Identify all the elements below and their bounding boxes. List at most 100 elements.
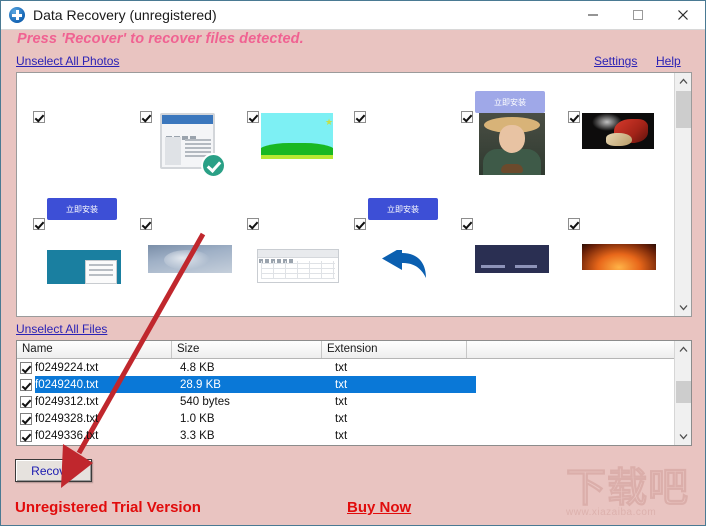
cell-size: 540 bytes: [180, 395, 230, 408]
browser-verified-thumbnail[interactable]: [140, 113, 247, 240]
table-row[interactable]: f0249312.txt 540 bytes txt: [17, 393, 676, 410]
teal-card-thumbnail[interactable]: [33, 240, 140, 316]
thumbnail-row: 立即安装: [17, 73, 676, 133]
install-now-button-art: 立即安装: [47, 198, 117, 220]
row-checkbox[interactable]: [20, 378, 32, 391]
close-button[interactable]: [660, 1, 705, 29]
cell-name: f0249224.txt: [35, 361, 99, 374]
thumbnail-checkbox[interactable]: [461, 111, 473, 123]
scroll-up-arrow-icon[interactable]: [675, 341, 691, 358]
grilled-food-art: [582, 113, 654, 149]
thumbnail-checkbox[interactable]: [247, 111, 259, 123]
browser-verified-art: [160, 113, 226, 178]
window-controls: [570, 1, 705, 29]
watermark-logo: 下载吧: [566, 465, 689, 511]
column-header-extension[interactable]: Extension: [322, 341, 467, 358]
cell-name: f0249312.txt: [35, 395, 99, 408]
cell-extension: txt: [335, 361, 348, 374]
grilled-food-thumbnail[interactable]: [568, 113, 675, 240]
unselect-all-files-link[interactable]: Unselect All Files: [16, 322, 107, 336]
table-row[interactable]: f0249240.txt 28.9 KB txt: [17, 376, 676, 393]
row-checkbox[interactable]: [20, 412, 32, 425]
cloudy-sky-art: [148, 245, 232, 273]
recover-button[interactable]: Recover: [15, 459, 92, 482]
install-now-button-thumbnail[interactable]: 立即安装: [33, 133, 140, 240]
fire-thumbnail[interactable]: [568, 240, 675, 316]
photo-scrollbar-thumb[interactable]: [676, 91, 691, 128]
app-plus-circle-icon: [9, 7, 25, 23]
cloudy-sky-thumbnail[interactable]: [140, 240, 247, 316]
thumbnail-checkbox[interactable]: [568, 218, 580, 230]
row-checkbox[interactable]: [20, 395, 32, 408]
status-message: Press 'Recover' to recover files detecte…: [17, 31, 304, 47]
scroll-down-arrow-icon[interactable]: [675, 299, 691, 316]
cell-name: f0249336.txt: [35, 429, 99, 442]
thumbnail-checkbox[interactable]: [354, 218, 366, 230]
dark-banner-thumbnail[interactable]: [461, 240, 568, 316]
cell-extension: txt: [335, 429, 348, 442]
thumbnail-checkbox[interactable]: [33, 218, 45, 230]
photo-results-panel: 立即安装 立即安装 ★ 立即安装: [16, 72, 692, 317]
file-panel-scrollbar[interactable]: [674, 341, 691, 445]
site-watermark: 下载吧 www.xiazaiba.com: [566, 467, 704, 525]
row-checkbox[interactable]: [20, 429, 32, 442]
green-field-thumbnail[interactable]: ★: [247, 113, 354, 240]
cell-size: 4.8 KB: [180, 361, 215, 374]
cell-size: 3.3 KB: [180, 429, 215, 442]
verified-check-icon: [201, 153, 226, 178]
table-row[interactable]: f0249328.txt 1.0 KB txt: [17, 410, 676, 427]
install-now-banner-art: 立即安装: [475, 91, 545, 113]
window-title: Data Recovery (unregistered): [33, 7, 217, 23]
thumbnail-checkbox[interactable]: [354, 111, 366, 123]
photo-panel-scrollbar[interactable]: [674, 73, 691, 316]
teal-card-art: [47, 250, 121, 284]
photo-thumbnail-grid: 立即安装 立即安装 ★ 立即安装: [17, 73, 676, 316]
settings-link[interactable]: Settings: [594, 54, 637, 68]
column-header-name[interactable]: Name: [17, 341, 172, 358]
farmer-portrait-art: [479, 113, 545, 175]
row-checkbox[interactable]: [20, 361, 32, 374]
thumbnail-row: 立即安装: [17, 113, 676, 240]
thumbnail-checkbox[interactable]: [461, 218, 473, 230]
fire-art: [582, 244, 656, 270]
install-now-button-art: 立即安装: [368, 198, 438, 220]
file-results-panel: Name Size Extension f0249224.txt 4.8 KB …: [16, 340, 692, 446]
thumbnail-checkbox[interactable]: [140, 111, 152, 123]
thumbnail-row: [17, 240, 676, 316]
trial-version-label: Unregistered Trial Version: [15, 499, 201, 516]
cell-size: 1.0 KB: [180, 412, 215, 425]
buy-now-link[interactable]: Buy Now: [347, 499, 411, 516]
dark-banner-art: [475, 245, 549, 273]
farmer-portrait-thumbnail[interactable]: [461, 113, 568, 240]
maximize-button[interactable]: [615, 1, 660, 29]
blue-back-arrow-art: [376, 250, 428, 284]
column-header-size[interactable]: Size: [172, 341, 322, 358]
table-row[interactable]: f0249336.txt 3.3 KB txt: [17, 427, 676, 444]
scroll-up-arrow-icon[interactable]: [675, 73, 691, 90]
data-recovery-window: Data Recovery (unregistered) Press 'Reco…: [0, 0, 706, 526]
cell-size: 28.9 KB: [180, 378, 221, 391]
unselect-all-photos-link[interactable]: Unselect All Photos: [16, 54, 119, 68]
spreadsheet-thumbnail[interactable]: [247, 240, 354, 316]
blue-back-arrow-thumbnail[interactable]: [354, 240, 461, 316]
spreadsheet-art: [257, 249, 339, 283]
thumbnail-checkbox[interactable]: [247, 218, 259, 230]
thumbnail-checkbox[interactable]: [33, 111, 45, 123]
thumbnail-checkbox[interactable]: [568, 111, 580, 123]
file-table: Name Size Extension f0249224.txt 4.8 KB …: [17, 341, 676, 444]
scroll-down-arrow-icon[interactable]: [675, 428, 691, 445]
thumbnail-checkbox[interactable]: [140, 218, 152, 230]
green-field-art: ★: [261, 113, 333, 159]
cell-extension: txt: [335, 378, 348, 391]
table-row[interactable]: f0249224.txt 4.8 KB txt: [17, 359, 676, 376]
cell-name: f0249240.txt: [35, 378, 99, 391]
help-link[interactable]: Help: [656, 54, 681, 68]
install-now-button-thumbnail[interactable]: 立即安装: [354, 133, 461, 240]
column-header-filler: [467, 341, 676, 358]
windows-dialog-thumbnail[interactable]: [33, 73, 140, 133]
file-scrollbar-thumb[interactable]: [676, 381, 691, 403]
cell-extension: txt: [335, 412, 348, 425]
watermark-url: www.xiazaiba.com: [566, 507, 657, 518]
minimize-button[interactable]: [570, 1, 615, 29]
blank-thumbnail[interactable]: [354, 73, 461, 133]
